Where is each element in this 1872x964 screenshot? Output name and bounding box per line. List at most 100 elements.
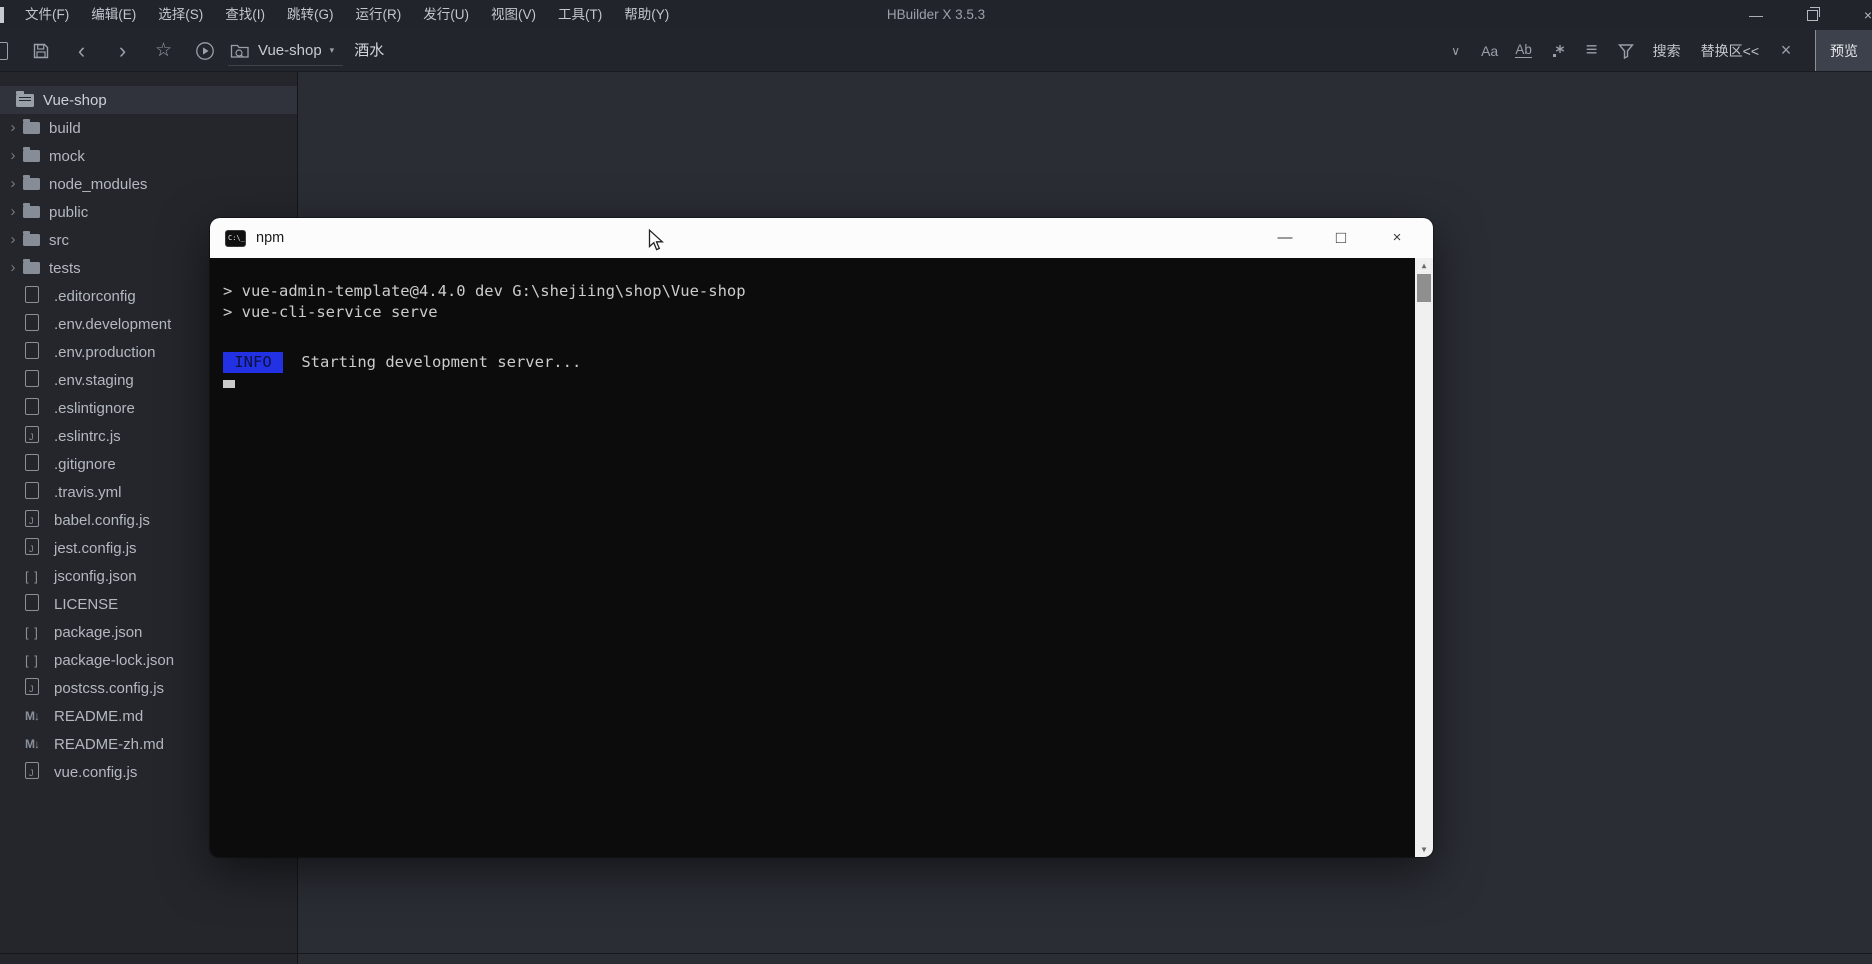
tree-item-node_modules[interactable]: › node_modules	[0, 170, 297, 198]
save-button[interactable]	[20, 30, 61, 71]
markdown-file-icon: M↓	[25, 709, 40, 723]
chevron-down-icon: ∨	[1451, 43, 1461, 58]
menu-item-视图[interactable]: 视图(V)	[480, 0, 547, 30]
bottom-divider	[0, 953, 1872, 954]
terminal-output[interactable]: > vue-admin-template@4.4.0 dev G:\shejii…	[210, 258, 1433, 857]
tree-item-label: jest.config.js	[54, 539, 137, 557]
file-icon	[25, 397, 39, 415]
tab-jiushui[interactable]: 酒水	[354, 30, 384, 71]
back-button[interactable]: ‹	[61, 30, 102, 71]
tree-item-label: README.md	[54, 707, 144, 725]
close-button[interactable]: ×	[1840, 0, 1872, 30]
window-controls: — ×	[1728, 0, 1872, 30]
run-button[interactable]	[184, 30, 225, 71]
tree-item-label: .gitignore	[54, 455, 116, 473]
regex-star-icon	[1552, 44, 1564, 57]
tree-item-label: build	[49, 119, 81, 137]
restore-icon	[1806, 7, 1820, 21]
mouse-cursor	[648, 229, 664, 251]
chevron-right-icon[interactable]: ›	[6, 176, 20, 191]
project-selector[interactable]: Vue-shop ▾	[228, 35, 344, 66]
scroll-down-icon[interactable]: ▼	[1422, 842, 1427, 857]
minimize-button[interactable]: —	[1728, 0, 1784, 30]
terminal-close-button[interactable]: ×	[1369, 218, 1425, 258]
tree-item-mock[interactable]: › mock	[0, 142, 297, 170]
tree-item-label: .env.production	[54, 343, 156, 361]
terminal-scrollbar[interactable]: ▲ ▼	[1415, 258, 1433, 857]
tree-item-label: .env.staging	[54, 371, 134, 389]
js-file-icon	[25, 425, 39, 443]
scroll-up-icon[interactable]: ▲	[1422, 258, 1427, 273]
toolbar-right-group: ∨ Aa Ab ≡ 搜索 替换区<< × 预览	[1439, 30, 1872, 71]
open-folder-icon	[16, 90, 34, 107]
menu-item-文件[interactable]: 文件(F)	[14, 0, 80, 30]
tree-item-label: package-lock.json	[54, 651, 175, 669]
restore-button[interactable]	[1784, 0, 1840, 30]
toolbar: ‹ › ☆ Vue-shop ▾ 酒水 ∨ Aa Ab ≡ 搜索 替换区<< ×…	[0, 30, 1872, 72]
terminal-cursor	[223, 380, 235, 388]
search-button[interactable]: 搜索	[1643, 41, 1691, 61]
tree-item-label: .eslintrc.js	[54, 427, 121, 445]
terminal-maximize-button[interactable]: □	[1313, 218, 1369, 258]
file-icon	[25, 285, 39, 303]
menu-item-选择[interactable]: 选择(S)	[147, 0, 214, 30]
close-search-button[interactable]: ×	[1769, 30, 1803, 71]
star-icon: ☆	[154, 40, 173, 61]
tree-item-label: .editorconfig	[54, 287, 136, 305]
tree-item-label: public	[49, 203, 89, 221]
tree-root-vue-shop[interactable]: Vue-shop	[0, 86, 297, 114]
folder-icon	[23, 259, 40, 274]
whole-word-icon: Ab	[1515, 42, 1532, 58]
match-case-button[interactable]: Aa	[1473, 30, 1507, 71]
npm-terminal-window: C:\_ npm — □ × > vue-admin-template@4.4.…	[210, 218, 1433, 857]
chevron-right-icon[interactable]: ›	[6, 120, 20, 135]
chevron-right-icon[interactable]: ›	[6, 204, 20, 219]
close-icon: ×	[1780, 40, 1792, 60]
tree-item-build[interactable]: › build	[0, 114, 297, 142]
project-name: Vue-shop	[258, 41, 322, 59]
chevron-right-icon[interactable]: ›	[6, 148, 20, 163]
hbuilderx-window: 文件(F) 编辑(E) 选择(S) 查找(I) 跳转(G) 运行(R) 发行(U) 视图(V)…	[0, 0, 1872, 964]
menu-item-编辑[interactable]: 编辑(E)	[80, 0, 147, 30]
menu-bar: 文件(F) 编辑(E) 选择(S) 查找(I) 跳转(G) 运行(R) 发行(U) 视图(V)…	[14, 0, 680, 30]
menu-item-发行[interactable]: 发行(U)	[412, 0, 480, 30]
menu-item-帮助[interactable]: 帮助(Y)	[613, 0, 680, 30]
file-icon	[25, 369, 39, 387]
tree-item-label: .travis.yml	[54, 483, 122, 501]
terminal-line: INFO Starting development server...	[223, 352, 1403, 373]
js-file-icon	[25, 509, 39, 527]
json-file-icon: [ ]	[25, 624, 39, 640]
terminal-minimize-button[interactable]: —	[1257, 218, 1313, 258]
folder-icon	[23, 203, 40, 218]
chevron-right-icon[interactable]: ›	[6, 232, 20, 247]
whole-word-button[interactable]: Ab	[1507, 30, 1541, 71]
terminal-window-controls: — □ ×	[1257, 218, 1425, 258]
root-label: Vue-shop	[43, 91, 107, 109]
scrollbar-thumb[interactable]	[1417, 274, 1431, 302]
panel-toggle-icon[interactable]	[0, 41, 12, 60]
file-icon	[25, 593, 39, 611]
js-file-icon	[25, 537, 39, 555]
terminal-titlebar[interactable]: C:\_ npm — □ ×	[210, 218, 1433, 258]
file-icon	[25, 481, 39, 499]
chevron-right-icon[interactable]: ›	[6, 260, 20, 275]
tree-item-label: jsconfig.json	[54, 567, 137, 585]
tree-item-label: .env.development	[54, 315, 172, 333]
folder-icon	[23, 147, 40, 162]
bookmark-button[interactable]: ☆	[143, 30, 184, 71]
terminal-lines: > vue-admin-template@4.4.0 dev G:\shejii…	[223, 281, 1403, 401]
tree-item-label: node_modules	[49, 175, 148, 193]
menu-item-工具[interactable]: 工具(T)	[547, 0, 613, 30]
terminal-info-text: Starting development server...	[292, 353, 582, 371]
collapse-button[interactable]: ∨	[1439, 30, 1473, 71]
regex-button[interactable]	[1541, 30, 1575, 71]
menu-item-运行[interactable]: 运行(R)	[345, 0, 413, 30]
tree-item-label: LICENSE	[54, 595, 119, 613]
forward-button[interactable]: ›	[102, 30, 143, 71]
filter-button[interactable]	[1609, 30, 1643, 71]
preview-tab[interactable]: 预览	[1815, 30, 1872, 71]
replace-area-toggle[interactable]: 替换区<<	[1691, 41, 1769, 61]
menu-item-跳转[interactable]: 跳转(G)	[276, 0, 345, 30]
menu-item-查找[interactable]: 查找(I)	[214, 0, 276, 30]
format-button[interactable]: ≡	[1575, 30, 1609, 71]
